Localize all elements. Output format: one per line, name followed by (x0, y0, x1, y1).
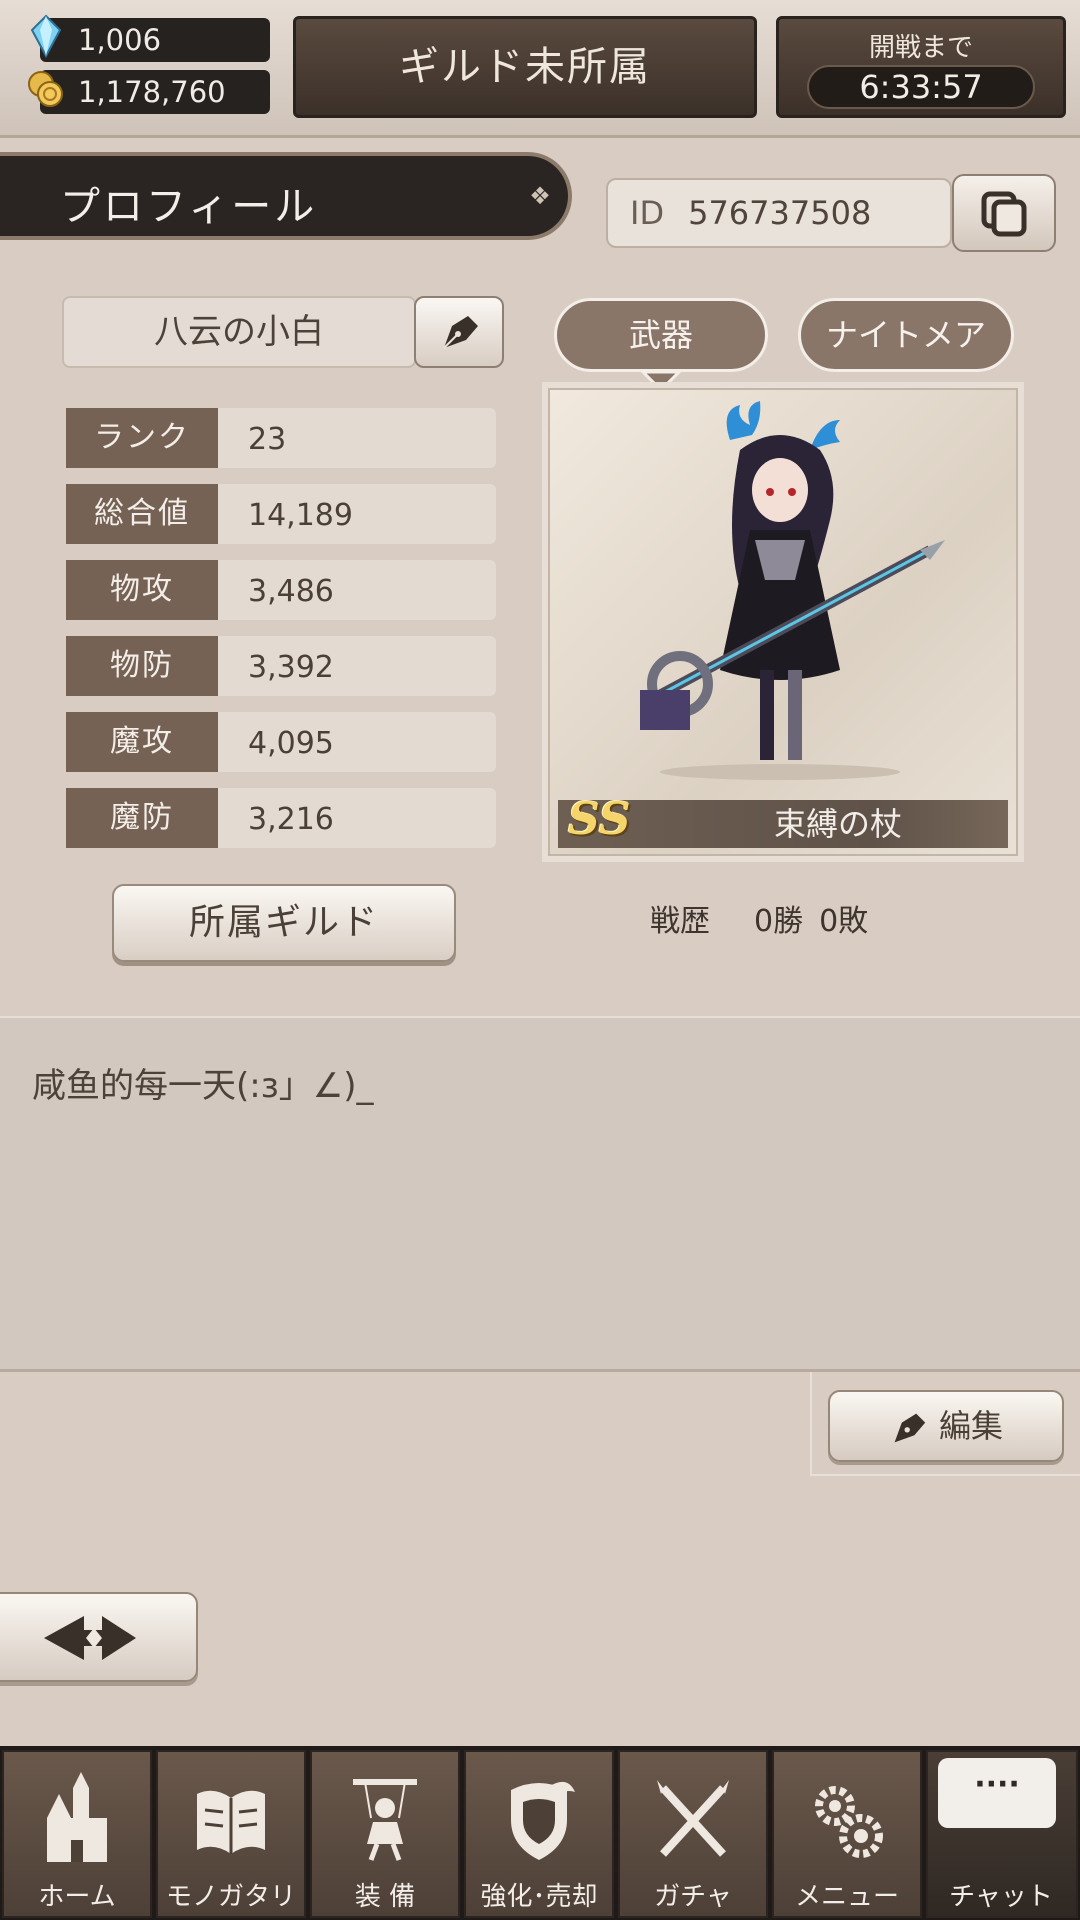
crossed-swords-icon (657, 1780, 729, 1857)
stat-rank-value: 23 (218, 408, 496, 468)
gem-count: 1,006 (78, 23, 162, 57)
battle-record-losses: 0敗 (819, 904, 869, 939)
coin-count: 1,178,760 (78, 75, 226, 109)
weapon-name: 束縛の杖 (773, 805, 902, 843)
profile-banner: プロフィール ❖ (0, 152, 572, 240)
profile-comment-panel: 咸鱼的每一天(:з」∠)_ (0, 1016, 1080, 1372)
stat-matk-label: 魔攻 (66, 712, 218, 772)
edit-name-button[interactable] (414, 296, 504, 368)
player-id-value: 576737508 (688, 194, 872, 232)
stat-matk-value: 4,095 (218, 712, 496, 772)
guild-status-banner[interactable]: ギルド未所属 (293, 16, 757, 118)
weapon-name-bar: SS 束縛の杖 (558, 794, 1008, 848)
nav-item-menu[interactable]: メニュー (772, 1750, 922, 1918)
nav-item-home[interactable]: ホーム (2, 1750, 152, 1918)
nav-item-story[interactable]: モノガタリ (156, 1750, 306, 1918)
player-id-field: ID 576737508 (606, 178, 952, 248)
crystal-icon (30, 14, 62, 58)
stat-pdef-value: 3,392 (218, 636, 496, 696)
battle-countdown-timer: 6:33:57 (807, 65, 1035, 109)
back-button[interactable] (0, 1592, 198, 1682)
battle-countdown-label: 開戦まで (868, 33, 973, 63)
shield-icon (511, 1781, 575, 1860)
affiliated-guild-button[interactable]: 所属ギルド (112, 884, 456, 962)
weapon-rank-badge: SS (568, 794, 631, 845)
top-bar: 1,006 1,178,760 ギルド未所属 開戦まで 6:33:57 (0, 0, 1080, 138)
copy-id-button[interactable] (952, 174, 1056, 252)
nav-label-enhance-sell: 強化･売却 (480, 1882, 598, 1912)
nav-item-equipment[interactable]: 装 備 (310, 1750, 460, 1918)
stat-patk-value: 3,486 (218, 560, 496, 620)
nav-label-chat: チャット (949, 1882, 1053, 1912)
nav-label-equipment: 装 備 (354, 1882, 416, 1912)
nav-item-gacha[interactable]: ガチャ (618, 1750, 768, 1918)
nav-label-menu: メニュー (794, 1882, 899, 1912)
player-name-field: 八云の小白 (62, 296, 416, 368)
nav-label-gacha: ガチャ (654, 1882, 732, 1912)
nav-label-home: ホーム (38, 1882, 116, 1912)
stat-total-value: 14,189 (218, 484, 496, 544)
pen-icon (894, 1413, 926, 1443)
ornament-icon: ❖ (529, 182, 551, 210)
chat-bubble-icon: ···· (938, 1758, 1056, 1828)
edit-comment-button[interactable]: 編集 (828, 1390, 1064, 1462)
tab-weapon[interactable]: 武器 (554, 298, 768, 372)
castle-icon (47, 1772, 107, 1862)
gem-counter: 1,006 (30, 14, 270, 62)
stat-patk-label: 物攻 (66, 560, 218, 620)
coin-counter: 1,178,760 (28, 70, 270, 114)
battle-countdown[interactable]: 開戦まで 6:33:57 (776, 16, 1066, 118)
player-id-label: ID (630, 194, 665, 232)
coin-icon (28, 71, 63, 107)
nav-label-story: モノガタリ (165, 1882, 296, 1912)
stat-pdef-label: 物防 (66, 636, 218, 696)
page-title: プロフィール (60, 184, 318, 230)
battle-record-label: 戦歴 (650, 904, 710, 939)
puppet-icon (353, 1779, 417, 1861)
back-arrow-icon (44, 1616, 136, 1660)
nav-item-enhance-sell[interactable]: 強化･売却 (464, 1750, 614, 1918)
battle-record-wins: 0勝 (754, 904, 804, 939)
stat-total-label: 総合値 (66, 484, 218, 544)
bottom-navigation: ホーム モノガタリ 装 備 強化･売却 ガチャ メニュー ···· チャット (0, 1746, 1080, 1920)
stat-mdef-value: 3,216 (218, 788, 496, 848)
tab-nightmare[interactable]: ナイトメア (798, 298, 1014, 372)
copy-icon (981, 191, 1027, 237)
gears-icon (815, 1786, 883, 1858)
weapon-card[interactable]: SS 束縛の杖 (548, 388, 1018, 856)
profile-comment-text: 咸鱼的每一天(:з」∠)_ (32, 1066, 374, 1106)
character-illustration (640, 401, 945, 780)
book-icon (197, 1790, 265, 1854)
edit-comment-label: 編集 (938, 1407, 1003, 1445)
battle-record: 戦歴 0勝 0敗 (650, 896, 950, 940)
pen-icon (443, 316, 478, 349)
stat-rank-label: ランク (66, 408, 218, 468)
stat-mdef-label: 魔防 (66, 788, 218, 848)
nav-item-chat[interactable]: ···· チャット (926, 1750, 1078, 1918)
